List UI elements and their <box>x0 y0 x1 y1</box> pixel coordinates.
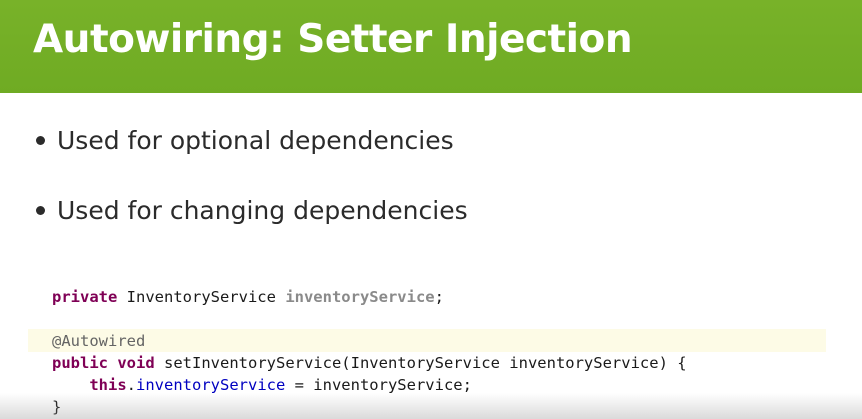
bullet-text: Used for changing dependencies <box>57 196 468 225</box>
code-line-closing-brace: } <box>52 396 61 418</box>
code-field-ref: inventoryService <box>136 376 286 394</box>
title-bar: Autowiring: Setter Injection <box>0 0 862 93</box>
keyword-void: void <box>117 354 155 372</box>
keyword-this: this <box>89 376 127 394</box>
code-line-annotation: @Autowired <box>52 330 145 352</box>
bottom-shadow <box>0 393 862 419</box>
slide: Autowiring: Setter Injection Used for op… <box>0 0 862 419</box>
code-semicolon: ; <box>434 288 444 306</box>
current-line-highlight <box>28 329 826 352</box>
code-line-method-signature: public void setInventoryService(Inventor… <box>52 352 687 374</box>
code-dot: . <box>126 376 136 394</box>
code-line-assignment: this.inventoryService = inventoryService… <box>52 374 472 396</box>
keyword-private: private <box>52 288 118 306</box>
bullet-dot-icon <box>36 205 45 215</box>
code-line-field-declaration: private InventoryService inventoryServic… <box>52 286 444 308</box>
bullet-text: Used for optional dependencies <box>57 126 454 155</box>
code-type: InventoryService <box>117 288 286 306</box>
assignment-rest: = inventoryService; <box>285 376 472 394</box>
bullet-item: Used for changing dependencies <box>36 194 468 228</box>
slide-title: Autowiring: Setter Injection <box>33 17 633 62</box>
keyword-public: public <box>52 354 108 372</box>
closing-brace: } <box>52 398 62 416</box>
autowired-annotation: @Autowired <box>52 332 146 350</box>
bullet-item: Used for optional dependencies <box>36 124 454 158</box>
code-field-name: inventoryService <box>285 288 435 306</box>
bullet-dot-icon <box>36 135 45 145</box>
method-signature: setInventoryService(InventoryService inv… <box>154 354 687 372</box>
